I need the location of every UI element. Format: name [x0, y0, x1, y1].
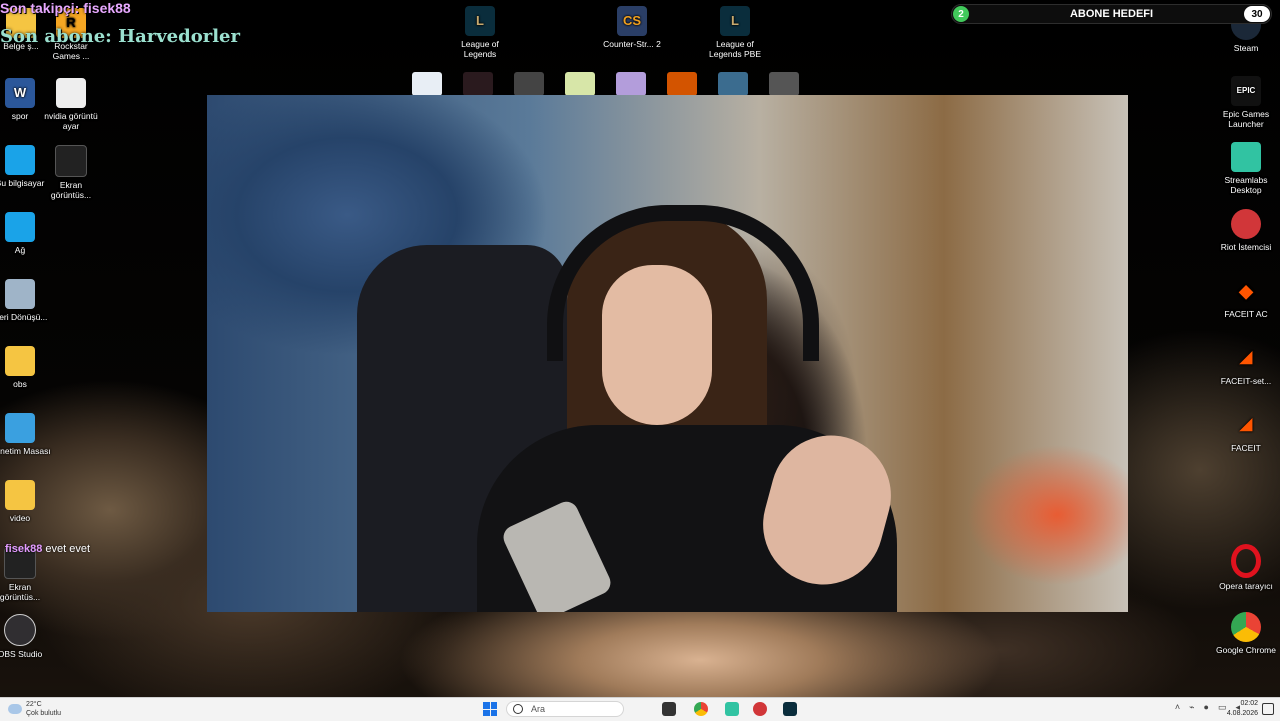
- desktop-icon-riot[interactable]: Riot İstemcisi: [1215, 209, 1277, 252]
- desktop-icon-opera[interactable]: Opera tarayıcı: [1215, 544, 1277, 591]
- partial-icon-row: [412, 72, 799, 96]
- faceit-icon: ◢: [1239, 416, 1253, 433]
- faceit-ac-icon: ◆: [1239, 281, 1253, 301]
- clock[interactable]: 02:02 4.08.2026: [1227, 699, 1258, 719]
- taskbar: 22°C Çok bulutlu Ara ˄ ⌁ ● ▭ ◂ 02:02 4.0…: [0, 697, 1280, 721]
- clock-time: 02:02: [1240, 700, 1258, 707]
- chrome-icon: [1231, 612, 1261, 642]
- desktop-icon-counter-strike[interactable]: CS Counter-Str... 2: [601, 6, 663, 49]
- game-shortcut-icon[interactable]: [616, 72, 646, 96]
- chat-message: fisek88 evet evet: [5, 543, 90, 555]
- desktop-icon-league-pbe[interactable]: L League of Legends PBE: [704, 6, 766, 59]
- desktop-icon-screenshot-2[interactable]: Ekran görüntüs...: [0, 547, 51, 602]
- folder-icon: [5, 346, 35, 376]
- search-placeholder: Ara: [531, 704, 546, 714]
- riot-icon: [1231, 209, 1261, 239]
- recycle-bin-icon: [5, 279, 35, 309]
- desktop-icon-epic[interactable]: EPIC Epic Games Launcher: [1215, 76, 1277, 129]
- goal-target: 30: [1244, 6, 1270, 22]
- game-shortcut-icon[interactable]: [565, 72, 595, 96]
- game-shortcut-icon[interactable]: [412, 72, 442, 96]
- counter-strike-icon: CS: [617, 6, 647, 36]
- desktop-icon-streamlabs[interactable]: Streamlabs Desktop: [1215, 142, 1277, 195]
- chevron-up-icon[interactable]: ˄: [1175, 702, 1180, 713]
- headphones: [547, 205, 819, 361]
- control-panel-icon: [5, 413, 35, 443]
- valorant-icon[interactable]: [463, 72, 493, 96]
- desktop-icon-video[interactable]: video: [0, 480, 51, 523]
- desktop-icon-faceit-ac[interactable]: ◆ FACEIT AC: [1215, 276, 1277, 319]
- chrome-taskbar-icon[interactable]: [694, 702, 708, 716]
- search-icon: [513, 704, 523, 714]
- game-shortcut-icon[interactable]: [667, 72, 697, 96]
- riot-taskbar-icon[interactable]: [753, 702, 767, 716]
- desktop-icon-network[interactable]: Ağ: [0, 212, 51, 255]
- notification-icon[interactable]: [1262, 703, 1274, 715]
- goal-label: ABONE HEDEFI: [1069, 8, 1154, 20]
- weather-desc: Çok bulutlu: [26, 710, 62, 717]
- taskbar-search[interactable]: Ara: [506, 701, 624, 717]
- desktop-icon-control-panel[interactable]: Denetim Masası: [0, 413, 51, 456]
- desktop-icon-obs-studio[interactable]: OBS Studio: [0, 614, 51, 659]
- last-subscriber-label: Son abone: Harvedorler: [0, 26, 240, 47]
- desktop-icon-recycle-bin[interactable]: Geri Dönüşü...: [0, 279, 51, 322]
- desktop-icon-nvidia[interactable]: nvidia görüntü ayar: [40, 78, 102, 131]
- last-follower-label: Son takipçi: fisek88: [0, 0, 131, 16]
- faceit-setup-icon: ◢: [1239, 349, 1253, 366]
- streamlabs-taskbar-icon[interactable]: [725, 702, 739, 716]
- obs-icon: [4, 614, 36, 646]
- league-icon: L: [465, 6, 495, 36]
- chat-text: evet evet: [45, 543, 91, 555]
- weather-widget[interactable]: 22°C Çok bulutlu: [8, 700, 61, 718]
- league-taskbar-icon[interactable]: [783, 702, 797, 716]
- cloud-icon: [8, 704, 22, 714]
- windows-logo-icon: [483, 702, 490, 709]
- word-icon: W: [5, 78, 35, 108]
- game-shortcut-icon[interactable]: [769, 72, 799, 96]
- microphone-icon[interactable]: ●: [1204, 702, 1209, 713]
- display-icon[interactable]: ▭: [1218, 702, 1227, 713]
- document-icon: [56, 78, 86, 108]
- streamlabs-icon: [1231, 142, 1261, 172]
- network-icon: [5, 212, 35, 242]
- opera-icon: [1231, 544, 1261, 578]
- desktop-icon-league[interactable]: L League of Legends: [449, 6, 511, 59]
- chat-username: fisek88: [5, 543, 43, 555]
- subscriber-goal-bar: 2 ABONE HEDEFI 30: [951, 4, 1272, 24]
- start-button[interactable]: [483, 702, 497, 716]
- epic-games-icon: EPIC: [1231, 76, 1261, 106]
- clock-date: 4.08.2026: [1226, 710, 1258, 717]
- league-pbe-icon: L: [720, 6, 750, 36]
- network-tray-icon[interactable]: ⌁: [1189, 702, 1194, 713]
- raft-icon[interactable]: [718, 72, 748, 96]
- desktop-icon-screenshot-1[interactable]: Ekran görüntüs...: [40, 145, 102, 200]
- game-shortcut-icon[interactable]: [514, 72, 544, 96]
- desktop-icon-obs-folder[interactable]: obs: [0, 346, 51, 389]
- file-explorer-icon[interactable]: [662, 702, 676, 716]
- weather-temp: 22°C: [26, 701, 42, 708]
- screenshot-icon: [55, 145, 87, 177]
- folder-icon: [5, 480, 35, 510]
- desktop-icon-faceit[interactable]: ◢ FACEIT: [1215, 410, 1277, 454]
- monitor-icon: [5, 145, 35, 175]
- desktop-icon-chrome[interactable]: Google Chrome: [1215, 612, 1277, 655]
- desktop-icon-faceit-setup[interactable]: ◢ FACEIT-set...: [1215, 343, 1277, 387]
- webcam-video: [207, 95, 1128, 612]
